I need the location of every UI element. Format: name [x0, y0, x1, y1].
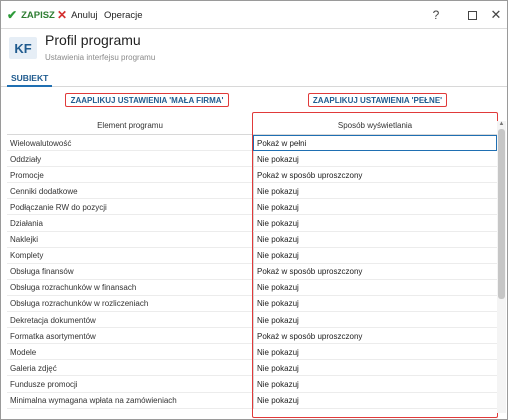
scroll-up-icon[interactable]: ▲ [497, 121, 506, 128]
cell-element: Dekretacja dokumentów [10, 315, 96, 325]
cell-display-mode[interactable]: Nie pokazuj [253, 295, 497, 312]
table-row[interactable]: Promocje Pokaż w sposób uproszczony [7, 167, 499, 184]
cell-element: Cenniki dodatkowe [10, 186, 78, 196]
operations-label: Operacje [104, 9, 143, 21]
save-label: ZAPISZ [21, 9, 55, 21]
close-icon: ✕ [490, 7, 502, 22]
cell-display-mode[interactable]: Pokaż w sposób uproszczony [253, 167, 497, 184]
cell-display-mode[interactable]: Pokaż w sposób uproszczony [253, 328, 497, 345]
table-row[interactable]: Naklejki Nie pokazuj [7, 231, 499, 248]
cell-display-mode[interactable]: Nie pokazuj [253, 199, 497, 216]
cell-display-mode[interactable]: Nie pokazuj [253, 279, 497, 296]
operations-menu[interactable]: Operacje [104, 8, 143, 22]
cell-display-mode[interactable]: Nie pokazuj [253, 215, 497, 232]
cancel-button[interactable]: ✕ Anuluj [57, 8, 97, 22]
help-button[interactable]: ? [428, 7, 444, 23]
column-header-element[interactable]: Element programu [7, 115, 253, 135]
help-icon: ? [432, 8, 440, 22]
table-row[interactable]: Dekretacja dokumentów Nie pokazuj [7, 312, 499, 329]
cell-element: Promocje [10, 170, 44, 180]
cell-display-mode[interactable]: Pokaż w pełni [253, 135, 497, 151]
module-badge: KF [9, 37, 37, 59]
table-row[interactable]: Cenniki dodatkowe Nie pokazuj [7, 183, 499, 200]
cell-display-mode[interactable]: Nie pokazuj [253, 183, 497, 200]
table-row[interactable]: Podłączanie RW do pozycji Nie pokazuj [7, 199, 499, 216]
cancel-label: Anuluj [71, 9, 98, 21]
app-window: ✔ ZAPISZ ✕ Anuluj Operacje ? ✕ KF Profil… [0, 0, 508, 420]
scrollbar-thumb[interactable] [498, 129, 505, 299]
table-row[interactable]: Fundusze promocji Nie pokazuj [7, 376, 499, 393]
toolbar: ✔ ZAPISZ ✕ Anuluj Operacje ? ✕ [1, 1, 507, 29]
vertical-scrollbar[interactable]: ▲ [497, 121, 506, 413]
grid-header: Element programu Sposób wyświetlania [7, 115, 499, 135]
cell-display-mode[interactable]: Pokaż w sposób uproszczony [253, 263, 497, 280]
table-row[interactable]: Obsługa rozrachunków w rozliczeniach Nie … [7, 295, 499, 313]
table-row[interactable]: Wielowalutowość Pokaż w pełni [7, 135, 499, 152]
tab-subiekt[interactable]: SUBIEKT [7, 70, 53, 87]
table-row[interactable]: Galeria zdjęć Nie pokazuj [7, 360, 499, 377]
cell-element: Podłączanie RW do pozycji [10, 202, 107, 212]
table-row[interactable]: Formatka asortymentów Pokaż w sposób upro… [7, 328, 499, 345]
maximize-button[interactable] [464, 7, 480, 23]
save-button[interactable]: ✔ ZAPISZ [7, 8, 55, 22]
cell-element: Galeria zdjęć [10, 363, 57, 373]
page-title: Profil programu [45, 32, 141, 48]
page-subtitle: Ustawienia interfejsu programu [45, 53, 156, 62]
cell-display-mode[interactable]: Nie pokazuj [253, 376, 497, 393]
cell-display-mode[interactable]: Nie pokazuj [253, 392, 497, 409]
cell-element: Formatka asortymentów [10, 331, 96, 341]
grid-rows: Wielowalutowość Pokaż w pełni Oddziały Nie … [7, 135, 499, 409]
settings-grid: Element programu Sposób wyświetlania Wie… [7, 115, 499, 415]
maximize-icon [467, 10, 477, 20]
tab-bar: SUBIEKT [1, 67, 507, 87]
checkmark-icon: ✔ [7, 8, 18, 22]
cell-display-mode[interactable]: Nie pokazuj [253, 231, 497, 248]
cell-element: Wielowalutowość [10, 138, 72, 148]
close-window-button[interactable]: ✕ [488, 7, 504, 23]
column-header-mode[interactable]: Sposób wyświetlania [255, 115, 495, 135]
table-row[interactable]: Modele Nie pokazuj [7, 344, 499, 361]
cell-element: Obsługa rozrachunków w finansach [10, 283, 137, 293]
cell-element: Fundusze promocji [10, 379, 78, 389]
table-row[interactable]: Działania Nie pokazuj [7, 215, 499, 232]
cell-element: Obsługa rozrachunków w rozliczeniach [10, 299, 149, 309]
table-row[interactable]: Obsługa finansów Pokaż w sposób uproszczo… [7, 263, 499, 280]
apply-full-settings-button[interactable]: ZAAPLIKUJ USTAWIENIA 'PEŁNE' [308, 93, 447, 107]
cell-display-mode[interactable]: Nie pokazuj [253, 312, 497, 329]
table-row[interactable]: Komplety Nie pokazuj [7, 247, 499, 264]
apply-small-company-button[interactable]: ZAAPLIKUJ USTAWIENIA 'MAŁA FIRMA' [65, 93, 229, 107]
cell-element: Oddziały [10, 154, 42, 164]
table-row[interactable]: Minimalna wymagana wpłata na zamówieniac… [7, 392, 499, 409]
close-x-icon: ✕ [57, 8, 68, 22]
cell-display-mode[interactable]: Nie pokazuj [253, 344, 497, 361]
cell-element: Komplety [10, 251, 44, 261]
cell-display-mode[interactable]: Nie pokazuj [253, 247, 497, 264]
table-row[interactable]: Obsługa rozrachunków w finansach Nie poka… [7, 279, 499, 296]
cell-display-mode[interactable]: Nie pokazuj [253, 360, 497, 377]
cell-element: Naklejki [10, 235, 39, 245]
cell-element: Modele [10, 347, 37, 357]
cell-element: Obsługa finansów [10, 267, 74, 277]
cell-display-mode[interactable]: Nie pokazuj [253, 151, 497, 168]
cell-element: Działania [10, 218, 43, 228]
cell-element: Minimalna wymagana wpłata na zamówieniac… [10, 396, 177, 405]
table-row[interactable]: Oddziały Nie pokazuj [7, 151, 499, 168]
